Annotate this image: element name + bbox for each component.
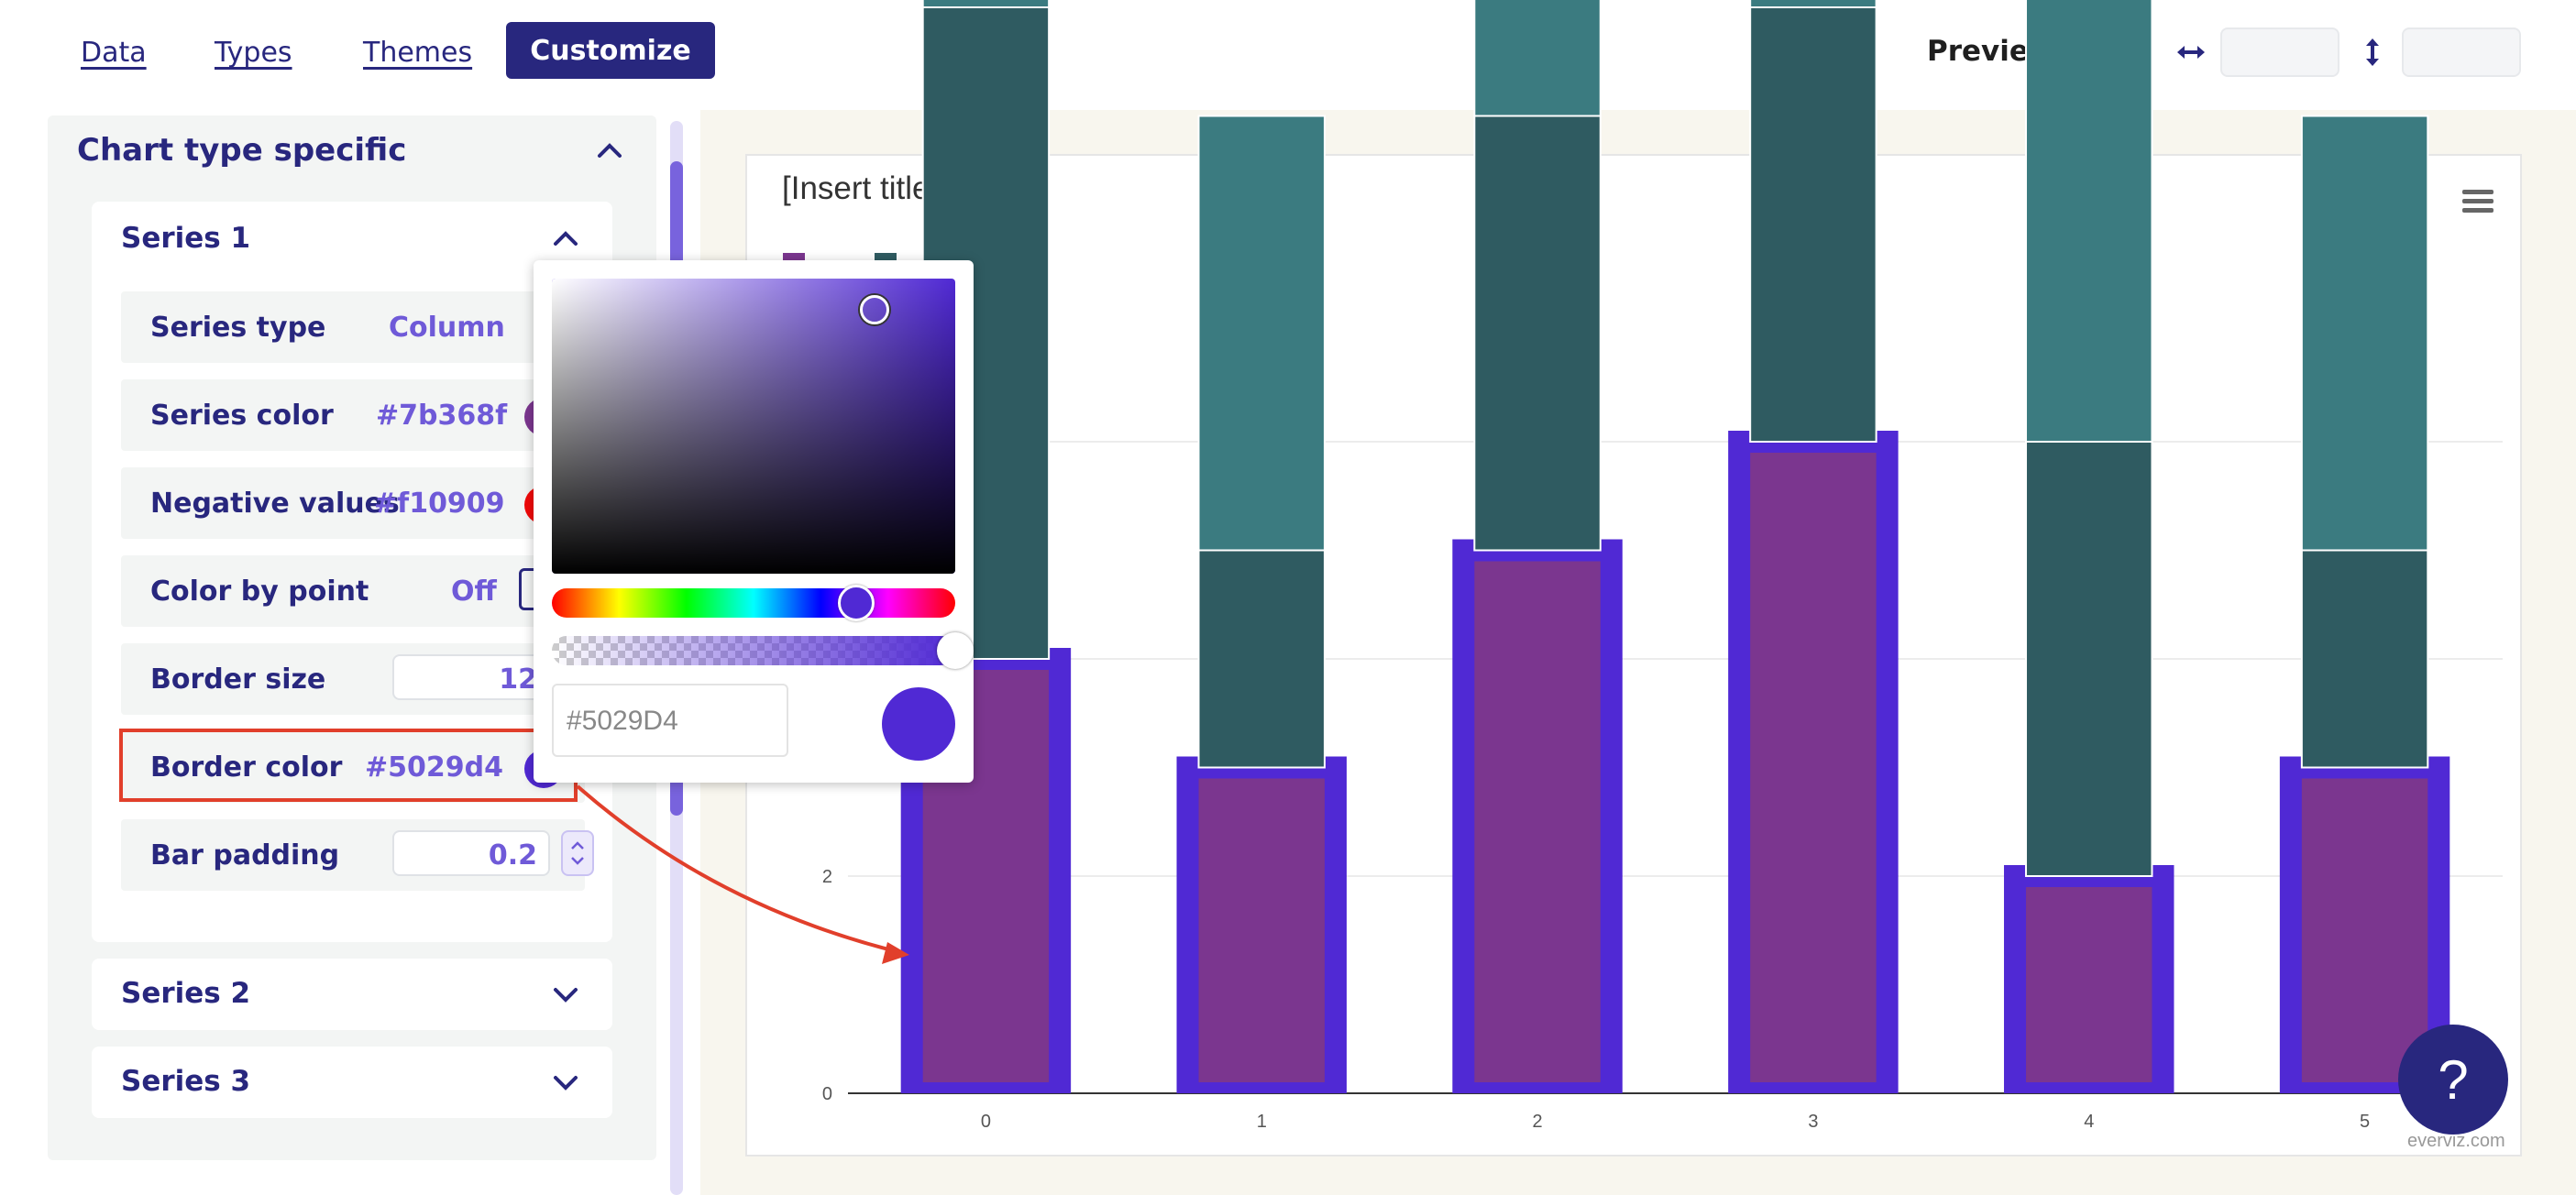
bar-series-3[interactable] — [1473, 0, 1602, 117]
sv-handle[interactable] — [860, 295, 889, 324]
color-picker-popup: #5029D4 — [534, 260, 974, 783]
x-tick-label: 5 — [2360, 1112, 2370, 1132]
bar-series-2[interactable] — [2025, 441, 2153, 877]
y-tick-label: 0 — [822, 1084, 832, 1104]
hue-slider-handle[interactable] — [838, 585, 875, 621]
bar-series-3[interactable] — [1749, 0, 1877, 8]
bar-series-3[interactable] — [2300, 115, 2429, 552]
bar-series-3[interactable] — [921, 0, 1051, 8]
alpha-slider-handle[interactable] — [937, 632, 974, 669]
bar-series-2[interactable] — [2300, 549, 2429, 769]
bar-series-1[interactable] — [2301, 778, 2428, 1083]
alpha-slider[interactable] — [552, 636, 955, 665]
color-preview-swatch — [882, 687, 955, 761]
hex-input[interactable]: #5029D4 — [552, 684, 788, 757]
y-tick-label: 2 — [822, 867, 832, 887]
bar-series-1[interactable] — [1474, 561, 1601, 1083]
x-tick-label: 3 — [1808, 1112, 1818, 1132]
bar-series-3[interactable] — [2025, 0, 2153, 443]
bar-series-2[interactable] — [1197, 549, 1326, 769]
sv-black-layer — [552, 279, 955, 574]
bar-series-2[interactable] — [1749, 6, 1877, 443]
x-tick-label: 2 — [1533, 1112, 1543, 1132]
bar-series-3[interactable] — [1197, 115, 1326, 552]
alpha-gradient — [552, 636, 955, 665]
chart-plot: 024012345 — [822, 0, 2503, 1132]
hue-slider[interactable] — [552, 588, 955, 618]
help-button[interactable]: ? — [2398, 1025, 2508, 1135]
x-tick-label: 1 — [1257, 1112, 1267, 1132]
saturation-value-area[interactable] — [552, 279, 955, 574]
x-tick-label: 4 — [2084, 1112, 2094, 1132]
bar-series-1[interactable] — [1198, 778, 1325, 1083]
bar-series-1[interactable] — [1750, 453, 1877, 1082]
x-tick-label: 0 — [981, 1112, 991, 1132]
bar-series-2[interactable] — [1473, 115, 1602, 552]
bar-series-1[interactable] — [2026, 887, 2152, 1082]
